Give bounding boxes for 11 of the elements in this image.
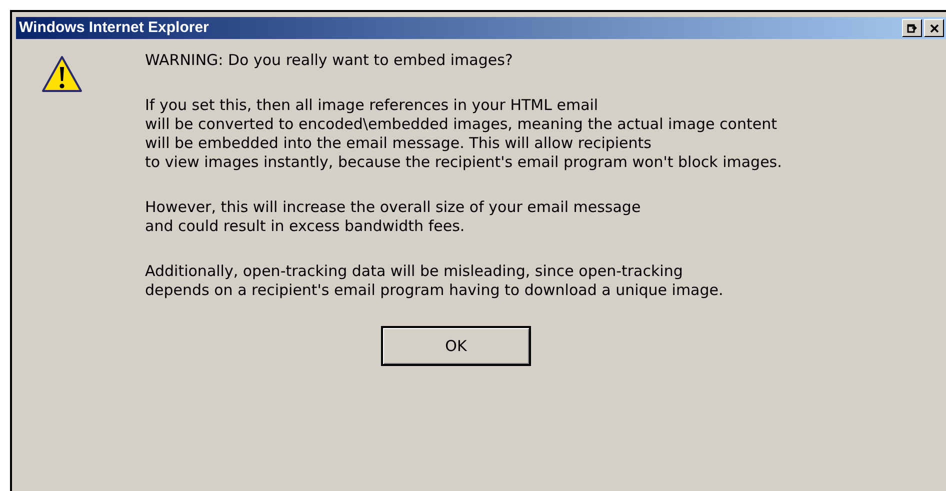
window-icon	[907, 24, 917, 32]
message-paragraph: If you set this, then all image references in your HTML email will be converted to encoded\embedded images, meaning the actual image content will be embedded into the email message. This will allow recipients to view images instantly, because the recipient's email program won't block images.	[145, 96, 782, 172]
message-paragraph: Additionally, open-tracking data will be misleading, since open-tracking depends on a recipient's email program having to download a unique image.	[145, 262, 724, 300]
restore-button[interactable]	[902, 19, 922, 37]
warning-heading: WARNING: Do you really want to embed images?	[145, 51, 514, 70]
ok-button[interactable]: OK	[381, 326, 531, 366]
message-paragraph: However, this will increase the overall size of your email message and could result in excess bandwidth fees.	[145, 198, 642, 236]
close-icon	[930, 24, 938, 32]
warning-icon	[41, 55, 83, 93]
window-title: Windows Internet Explorer	[19, 18, 209, 38]
close-button[interactable]	[924, 19, 944, 37]
